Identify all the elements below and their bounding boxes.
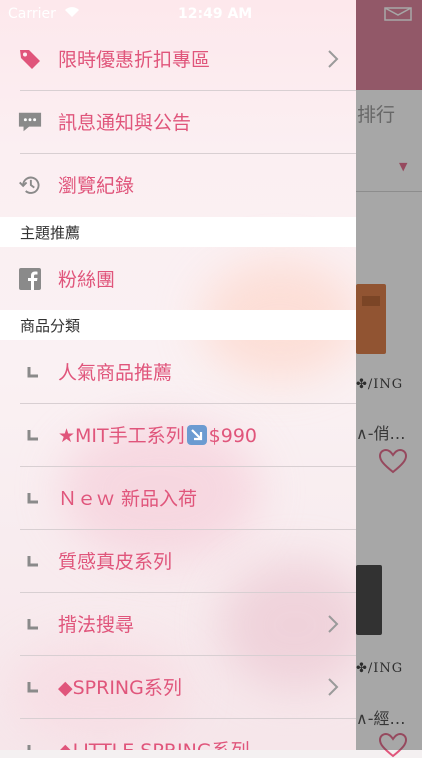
section-title: 主題推薦: [20, 223, 81, 242]
category-item[interactable]: ◆SPRING系列: [0, 655, 356, 718]
subitem-corner-icon: [27, 366, 38, 377]
section-title: 商品分類: [20, 316, 81, 335]
section-header-theme: 主題推薦: [0, 217, 356, 247]
menu-item-history[interactable]: 瀏覽紀錄: [0, 153, 356, 216]
status-time: 12:49 AM: [178, 6, 253, 22]
category-label-text: ★MIT手工系列: [58, 425, 185, 447]
status-bar: Carrier 12:49 AM: [0, 0, 422, 28]
category-label: Ｎｅｗ 新品入荷: [58, 488, 198, 510]
category-item[interactable]: ★MIT手工系列 $990: [0, 403, 356, 466]
subitem-corner-icon: [27, 492, 38, 503]
arrow-down-right-emoji-icon: [186, 425, 207, 445]
section-header-categories: 商品分類: [0, 310, 356, 340]
chevron-right-icon: [328, 677, 339, 696]
wifi-icon: [64, 6, 80, 21]
category-item[interactable]: 揹法搜尋: [0, 592, 356, 655]
category-label: 人氣商品推薦: [58, 362, 173, 384]
carrier-label: Carrier: [8, 6, 56, 22]
menu-item-fanpage[interactable]: 粉絲團: [0, 247, 356, 310]
menu-item-label: 限時優惠折扣專區: [58, 49, 211, 71]
category-item[interactable]: Ｎｅｗ 新品入荷: [0, 466, 356, 529]
category-item[interactable]: 人氣商品推薦: [0, 340, 356, 403]
subitem-corner-icon: [27, 744, 31, 750]
category-item[interactable]: 質感真皮系列: [0, 529, 356, 592]
category-label: 質感真皮系列: [58, 551, 173, 573]
category-label: 揹法搜尋: [58, 614, 135, 636]
category-label-price: $990: [208, 425, 257, 447]
chevron-right-icon: [328, 614, 339, 633]
menu-item-discount[interactable]: 限時優惠折扣專區: [0, 27, 356, 90]
subitem-corner-icon: [27, 429, 38, 440]
tag-icon: [18, 47, 42, 71]
menu-item-label: 訊息通知與公告: [58, 112, 192, 134]
history-icon: [18, 173, 42, 197]
side-drawer: 限時優惠折扣專區 訊息通知與公告 瀏覽紀錄 主題推薦 粉絲團 商品分類 人氣商品…: [0, 0, 356, 750]
category-item[interactable]: ◆LITTLE SPRING系列: [0, 718, 356, 750]
menu-item-notifications[interactable]: 訊息通知與公告: [0, 90, 356, 153]
category-label: ★MIT手工系列 $990: [58, 421, 257, 448]
message-icon: [18, 110, 42, 134]
subitem-corner-icon: [27, 618, 38, 629]
category-label: ◆LITTLE SPRING系列: [58, 736, 250, 750]
menu-item-label: 粉絲團: [58, 269, 116, 291]
chevron-right-icon: [328, 49, 339, 68]
facebook-icon: [18, 267, 42, 291]
menu-item-label: 瀏覽紀錄: [58, 175, 135, 197]
subitem-corner-icon: [27, 555, 38, 566]
subitem-corner-icon: [27, 681, 38, 692]
category-label: ◆SPRING系列: [58, 677, 182, 699]
